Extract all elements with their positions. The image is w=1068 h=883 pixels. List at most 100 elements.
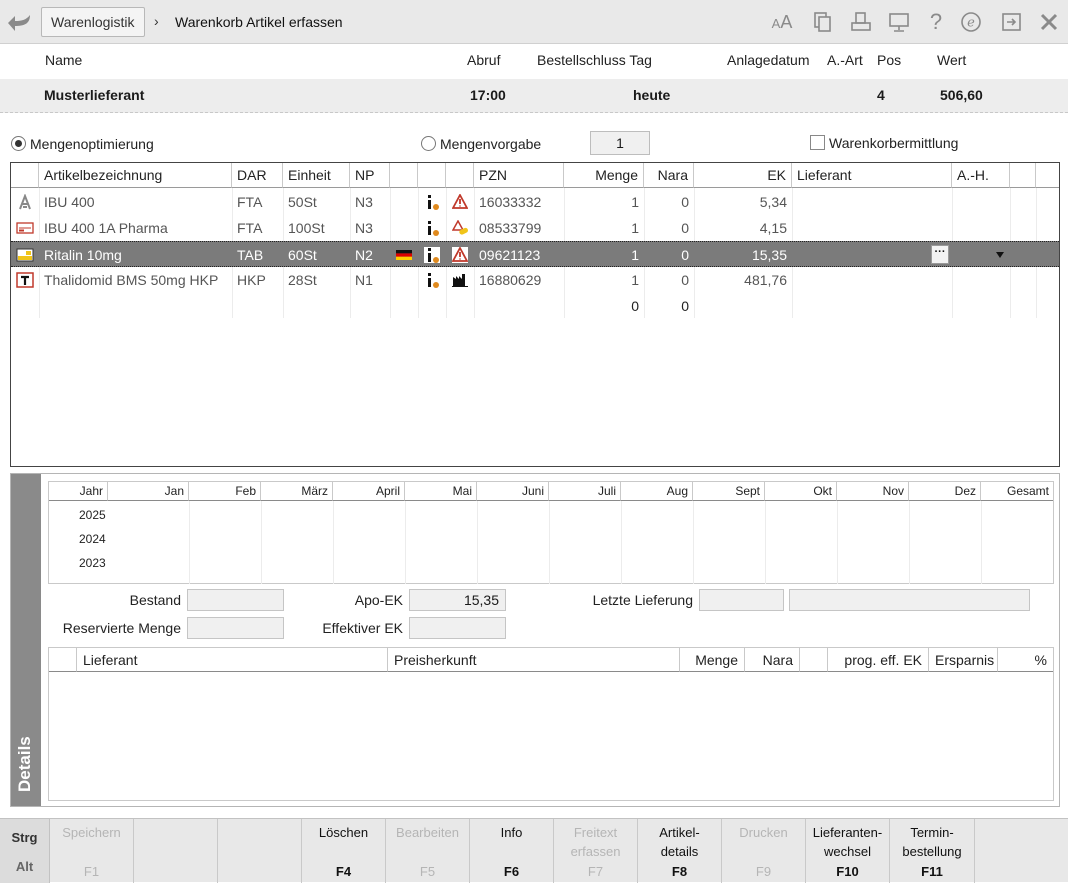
letzte-lieferung-label: Letzte Lieferung	[592, 592, 693, 608]
warning-icon[interactable]	[452, 247, 468, 263]
label-bestellschluss: Bestellschluss Tag	[537, 52, 652, 68]
warning-pill-icon[interactable]	[452, 220, 468, 236]
col-header-menge[interactable]: Menge	[564, 163, 644, 188]
col-header-pzn[interactable]: PZN	[474, 163, 564, 188]
cell-ek: 5,34	[759, 194, 787, 210]
lieferant-picker-button[interactable]: ···	[931, 245, 949, 264]
cell-nara[interactable]: 0	[644, 242, 694, 268]
mengenvorgabe-label[interactable]: Mengenvorgabe	[440, 136, 541, 152]
cell-nara: 0	[681, 272, 689, 288]
font-size-icon[interactable]: AA	[771, 11, 793, 33]
article-table[interactable]: Artikelbezeichnung DAR Einheit NP PZN Me…	[10, 162, 1060, 467]
month-header: März	[261, 482, 333, 501]
cell-dar: TAB	[237, 247, 264, 263]
cell-nara: 0	[681, 220, 689, 236]
fkey-empty[interactable]	[218, 819, 302, 883]
title-bar: Warenlogistik › Warenkorb Artikel erfass…	[0, 0, 1068, 44]
factory-icon[interactable]	[452, 272, 468, 288]
fkey-empty[interactable]	[975, 819, 1068, 883]
breadcrumb-separator: ›	[154, 13, 159, 29]
cell-nara[interactable]: 0	[644, 293, 694, 319]
lieferant-table[interactable]: Lieferant Preisherkunft Menge Nara prog.…	[48, 647, 1054, 801]
function-key-bar: Strg Alt Speichern F1 Löschen F4 Bearbeite…	[0, 818, 1068, 883]
info-button[interactable]: Info F6	[470, 819, 554, 883]
e-icon[interactable]: e	[960, 11, 982, 33]
col-header-dar[interactable]: DAR	[232, 163, 283, 188]
fkey-empty[interactable]	[134, 819, 218, 883]
alt-key[interactable]: Alt	[0, 859, 49, 874]
chevron-down-icon[interactable]	[995, 251, 1005, 259]
cell-dar: FTA	[237, 220, 263, 236]
info-icon[interactable]	[424, 220, 440, 236]
cell-bez: IBU 400 1A Pharma	[44, 220, 168, 236]
cell-dar: HKP	[237, 272, 266, 288]
drucken-button[interactable]: Drucken F9	[722, 819, 806, 883]
lh-nara[interactable]: Nara	[745, 648, 800, 672]
col-header-einheit[interactable]: Einheit	[283, 163, 350, 188]
loeschen-button[interactable]: Löschen F4	[302, 819, 386, 883]
col-header-ah[interactable]: A.-H.	[952, 163, 1010, 188]
table-row-new[interactable]: 0 0	[11, 293, 1059, 319]
mengenoptimierung-radio[interactable]	[11, 136, 26, 151]
lh-preisherkunft[interactable]: Preisherkunft	[388, 648, 680, 672]
clipboard-icon[interactable]	[811, 11, 833, 33]
lh-menge[interactable]: Menge	[680, 648, 745, 672]
month-header: Jahr	[49, 482, 108, 501]
mengenoptimierung-label[interactable]: Mengenoptimierung	[30, 136, 154, 152]
label-art: A.-Art	[827, 52, 863, 68]
info-icon[interactable]	[424, 194, 440, 210]
bearbeiten-button[interactable]: Bearbeiten F5	[386, 819, 470, 883]
month-header: Mai	[405, 482, 477, 501]
cell-menge[interactable]: 0	[564, 293, 644, 319]
mengenvorgabe-input[interactable]: 1	[590, 131, 650, 155]
col-header-ek[interactable]: EK	[694, 163, 792, 188]
lh-lieferant[interactable]: Lieferant	[77, 648, 388, 672]
label-pos: Pos	[877, 52, 902, 68]
modifier-keys[interactable]: Strg Alt	[0, 819, 50, 883]
lh-percent[interactable]: %	[998, 648, 1053, 672]
col-header-artikelbezeichnung[interactable]: Artikelbezeichnung	[39, 163, 232, 188]
close-icon[interactable]	[1038, 11, 1060, 33]
freitext-erfassen-button[interactable]: Freitext erfassen F7	[554, 819, 638, 883]
terminbestellung-button[interactable]: Termin-bestellung F11	[890, 819, 975, 883]
artikeldetails-button[interactable]: Artikel-details F8	[638, 819, 722, 883]
lh-ersparnis[interactable]: Ersparnis	[929, 648, 998, 672]
details-tab[interactable]: Details	[11, 474, 41, 806]
strg-key[interactable]: Strg	[0, 830, 49, 845]
cell-bez: Thalidomid BMS 50mg HKP	[44, 272, 219, 288]
fk-key: F7	[587, 864, 604, 879]
month-header: Sept	[693, 482, 765, 501]
col-header-nara[interactable]: Nara	[644, 163, 694, 188]
monitor-icon[interactable]	[888, 11, 910, 33]
warenkorbermittlung-label[interactable]: Warenkorbermittlung	[829, 135, 958, 151]
print-icon[interactable]	[850, 11, 872, 33]
fk-key: F4	[335, 864, 352, 879]
table-row[interactable]: IBU 400 FTA 50St N3 16033332 1 0 5,34	[11, 189, 1059, 215]
warning-icon[interactable]	[452, 194, 468, 210]
table-row[interactable]: IBU 400 1A Pharma FTA 100St N3 08533799 …	[11, 215, 1059, 241]
col-header-lieferant[interactable]: Lieferant	[792, 163, 952, 188]
col-header-np[interactable]: NP	[350, 163, 390, 188]
lieferantenwechsel-button[interactable]: Lieferanten-wechsel F10	[806, 819, 890, 883]
mengenvorgabe-radio[interactable]	[421, 136, 436, 151]
table-row[interactable]: Thalidomid BMS 50mg HKP HKP 28St N1 1688…	[11, 267, 1059, 293]
cell-pzn: 09621123	[479, 247, 541, 263]
german-flag-icon	[396, 250, 412, 260]
warenkorbermittlung-checkbox[interactable]	[810, 135, 825, 150]
breadcrumb-warenlogistik[interactable]: Warenlogistik	[41, 7, 145, 37]
month-header: Jan	[108, 482, 189, 501]
cell-np: N1	[355, 272, 373, 288]
cell-ek: 15,35	[751, 247, 787, 263]
table-row-selected[interactable]: Ritalin 10mg TAB 60St N2 09621123 1 0 15…	[11, 241, 1059, 267]
speichern-button[interactable]: Speichern F1	[50, 819, 134, 883]
col-header-info	[418, 163, 446, 188]
info-icon[interactable]	[424, 272, 440, 288]
exit-screen-icon[interactable]	[1001, 11, 1023, 33]
cell-menge[interactable]: 1	[564, 242, 644, 268]
lh-prog-eff-ek[interactable]: prog. eff. EK	[828, 648, 929, 672]
back-arrow-icon[interactable]	[6, 10, 34, 34]
supplier-header-values[interactable]: Musterlieferant 17:00 heute 4 506,60	[0, 79, 1068, 113]
fk-label: Artikel-details	[659, 825, 700, 859]
info-icon[interactable]	[424, 247, 440, 263]
help-icon[interactable]: ?	[925, 11, 947, 33]
